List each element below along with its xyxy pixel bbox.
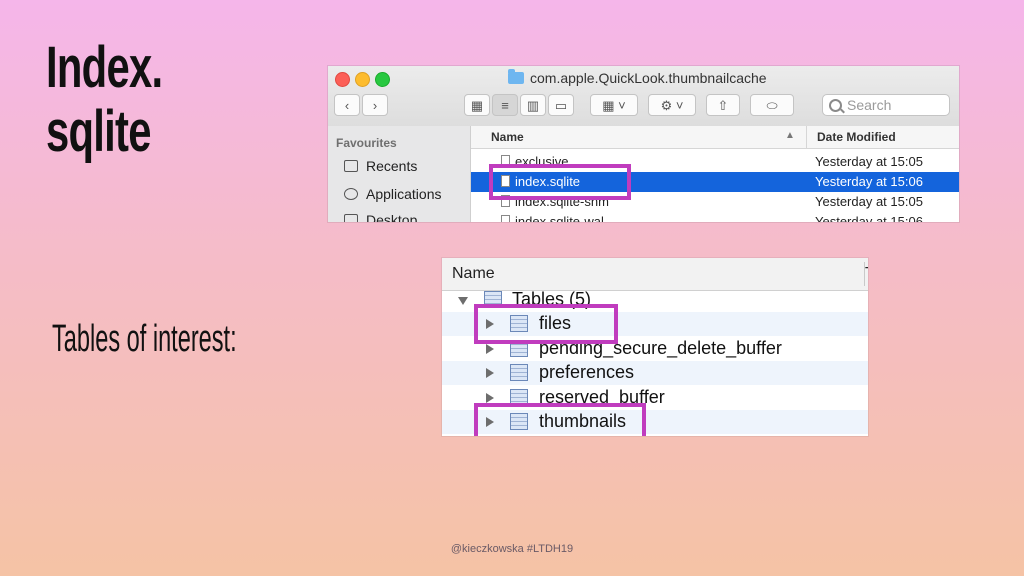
sidebar-item-desktop[interactable]: Desktop bbox=[344, 212, 417, 222]
share-icon: ⇧ bbox=[717, 98, 729, 113]
forward-button[interactable]: › bbox=[362, 94, 388, 116]
files-highlight-box bbox=[474, 304, 618, 344]
expand-triangle-icon[interactable] bbox=[486, 344, 494, 354]
table-icon bbox=[510, 364, 528, 381]
file-date: Yesterday at 15:06 bbox=[815, 174, 923, 189]
group-button[interactable]: ▦ ˅ bbox=[590, 94, 638, 116]
gallery-view-button[interactable]: ▭ bbox=[548, 94, 574, 116]
finder-sidebar: Favourites Recents Applications Desktop bbox=[328, 126, 471, 222]
file-row[interactable]: index.sqlite-wal Yesterday at 15:06 bbox=[471, 212, 959, 222]
recents-icon bbox=[344, 160, 358, 172]
list-view-button[interactable]: ≡ bbox=[492, 94, 518, 116]
file-list-header: Name ▲ Date Modified bbox=[471, 126, 959, 149]
close-window-button[interactable] bbox=[335, 72, 350, 87]
window-title-text: com.apple.QuickLook.thumbnailcache bbox=[530, 70, 767, 86]
columns-icon: ▥ bbox=[526, 98, 540, 113]
column-divider bbox=[806, 126, 807, 148]
back-button[interactable]: ‹ bbox=[334, 94, 360, 116]
chevron-right-icon: › bbox=[372, 98, 378, 113]
thumbnails-highlight-box bbox=[474, 403, 646, 436]
expand-triangle-icon[interactable] bbox=[486, 393, 494, 403]
folder-icon bbox=[508, 69, 524, 84]
window-title: com.apple.QuickLook.thumbnailcache bbox=[508, 69, 767, 86]
name-column-header[interactable]: Name bbox=[491, 130, 524, 144]
list-icon: ≡ bbox=[501, 98, 509, 113]
index-sqlite-highlight-box bbox=[489, 164, 631, 200]
sidebar-item-label: Applications bbox=[366, 186, 442, 202]
icon-view-button[interactable]: ▦ bbox=[464, 94, 490, 116]
chevron-left-icon: ‹ bbox=[344, 98, 350, 113]
tags-button[interactable]: ⬭ bbox=[750, 94, 794, 116]
db-browser-panel: Name T Tables (5) files pending_secure_d… bbox=[442, 258, 868, 436]
search-placeholder: Search bbox=[847, 97, 892, 113]
sort-ascending-icon: ▲ bbox=[785, 130, 795, 141]
slide-title: Index. sqlite bbox=[46, 36, 233, 164]
file-date: Yesterday at 15:05 bbox=[815, 194, 923, 209]
title-line-2: sqlite bbox=[46, 99, 151, 164]
file-date: Yesterday at 15:06 bbox=[815, 214, 923, 222]
title-line-1: Index. bbox=[46, 35, 163, 100]
db-tree-header: Name T bbox=[442, 258, 868, 291]
applications-icon bbox=[344, 188, 358, 200]
gallery-icon: ▭ bbox=[554, 98, 568, 113]
action-button[interactable]: ⚙ ˅ bbox=[648, 94, 696, 116]
expand-triangle-icon[interactable] bbox=[486, 368, 494, 378]
minimize-window-button[interactable] bbox=[355, 72, 370, 87]
collapse-triangle-icon[interactable] bbox=[458, 297, 468, 305]
slide-footer: @kieczkowska #LTDH19 bbox=[450, 543, 574, 555]
sidebar-item-label: Desktop bbox=[366, 212, 418, 222]
zoom-window-button[interactable] bbox=[375, 72, 390, 87]
finder-window: com.apple.QuickLook.thumbnailcache ‹ › ▦… bbox=[328, 66, 959, 222]
search-icon bbox=[829, 99, 842, 112]
gear-icon: ⚙ ˅ bbox=[660, 98, 684, 113]
share-button[interactable]: ⇧ bbox=[706, 94, 740, 116]
file-name: index.sqlite-wal bbox=[515, 214, 604, 222]
column-view-button[interactable]: ▥ bbox=[520, 94, 546, 116]
search-input[interactable]: Search bbox=[822, 94, 950, 116]
type-column-header[interactable]: T bbox=[865, 265, 868, 283]
name-column-header[interactable]: Name bbox=[452, 265, 495, 283]
sidebar-item-applications[interactable]: Applications bbox=[344, 186, 442, 202]
sidebar-header: Favourites bbox=[336, 136, 397, 150]
tables-of-interest-label: Tables of interest: bbox=[52, 318, 237, 360]
grid-icon: ▦ bbox=[470, 98, 484, 113]
sidebar-item-recents[interactable]: Recents bbox=[344, 158, 417, 174]
file-icon bbox=[501, 215, 510, 222]
sidebar-item-label: Recents bbox=[366, 158, 418, 174]
table-row-preferences[interactable]: preferences bbox=[442, 361, 868, 385]
tag-icon: ⬭ bbox=[766, 98, 778, 113]
desktop-icon bbox=[344, 214, 358, 222]
file-date: Yesterday at 15:05 bbox=[815, 154, 923, 169]
table-name: preferences bbox=[539, 362, 635, 382]
date-column-header[interactable]: Date Modified bbox=[817, 130, 896, 144]
group-icon: ▦ ˅ bbox=[602, 98, 626, 113]
